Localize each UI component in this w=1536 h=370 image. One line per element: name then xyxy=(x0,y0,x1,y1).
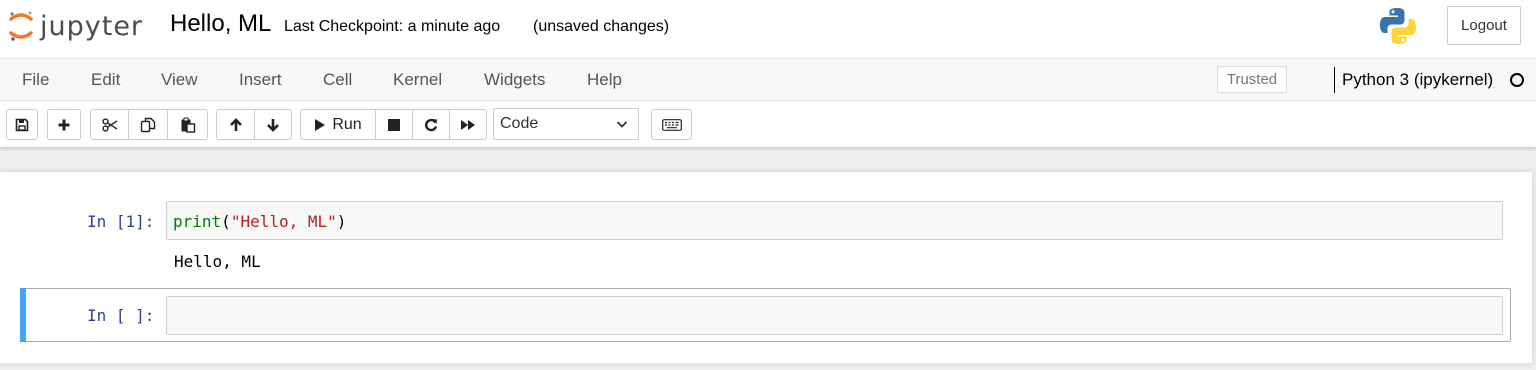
copy-button[interactable] xyxy=(128,109,168,140)
code-line: print("Hello, ML") xyxy=(173,212,346,231)
cell-prompt: In [1]: xyxy=(87,212,155,231)
paste-icon xyxy=(181,117,195,133)
menu-insert[interactable]: Insert xyxy=(239,70,282,90)
logo-text: jupyter xyxy=(40,10,144,42)
arrow-up-icon xyxy=(229,117,242,131)
menubar: File Edit View Insert Cell Kernel Widget… xyxy=(0,58,1536,101)
restart-button[interactable] xyxy=(412,109,450,140)
menu-widgets[interactable]: Widgets xyxy=(484,70,545,90)
save-icon xyxy=(15,118,29,131)
plus-icon xyxy=(58,119,70,130)
cut-icon xyxy=(101,117,117,132)
last-checkpoint: Last Checkpoint: a minute ago xyxy=(284,18,501,35)
python-logo-icon xyxy=(1380,8,1416,44)
selected-cell-indicator xyxy=(20,288,26,342)
fast-forward-icon xyxy=(461,119,475,130)
save-button[interactable] xyxy=(6,109,38,140)
kernel-separator xyxy=(1334,67,1335,93)
cell-prompt: In [ ]: xyxy=(87,306,155,325)
insert-cell-button[interactable] xyxy=(47,109,81,140)
menu-file[interactable]: File xyxy=(22,70,49,90)
interrupt-button[interactable] xyxy=(375,109,413,140)
cell-type-select[interactable]: Code xyxy=(493,108,639,140)
jupyter-logo[interactable]: jupyter xyxy=(8,6,143,46)
run-button[interactable]: Run xyxy=(300,109,376,140)
move-down-button[interactable] xyxy=(254,109,292,140)
unsaved-changes-status: (unsaved changes) xyxy=(533,18,670,35)
code-function: print xyxy=(173,212,222,231)
header: jupyter Hello, ML Last Checkpoint: a min… xyxy=(0,0,1536,58)
code-input-area[interactable] xyxy=(166,296,1503,335)
cell-type-value: Code xyxy=(500,115,539,132)
keyboard-icon xyxy=(661,118,682,131)
menu-cell[interactable]: Cell xyxy=(323,70,352,90)
notebook-name[interactable]: Hello, ML xyxy=(170,10,271,38)
notebook-container: In [1]: print("Hello, ML") Hello, ML In … xyxy=(0,172,1532,363)
menu-help[interactable]: Help xyxy=(587,70,622,90)
menu-edit[interactable]: Edit xyxy=(91,70,120,90)
play-icon xyxy=(315,118,326,131)
cell-output: Hello, ML xyxy=(174,252,261,271)
kernel-name[interactable]: Python 3 (ipykernel) xyxy=(1342,70,1493,90)
stop-icon xyxy=(388,118,400,131)
trusted-indicator[interactable]: Trusted xyxy=(1217,66,1287,93)
cut-button[interactable] xyxy=(90,109,129,140)
toolbar: Run xyxy=(0,101,1536,147)
chevron-down-icon xyxy=(616,121,628,128)
paste-button[interactable] xyxy=(167,109,208,140)
run-label: Run xyxy=(332,115,362,133)
move-up-button[interactable] xyxy=(216,109,255,140)
menu-kernel[interactable]: Kernel xyxy=(393,70,442,90)
code-paren-close: ) xyxy=(336,212,347,231)
command-palette-button[interactable] xyxy=(651,109,692,140)
logout-button[interactable]: Logout xyxy=(1447,6,1521,45)
kernel-idle-indicator xyxy=(1510,73,1524,87)
arrow-down-icon xyxy=(267,118,279,132)
restart-run-all-button[interactable] xyxy=(449,109,487,140)
code-paren-open: ( xyxy=(221,212,231,231)
code-string: "Hello, ML" xyxy=(230,212,337,231)
code-input-area[interactable]: print("Hello, ML") xyxy=(166,201,1503,240)
jupyter-logo-icon xyxy=(9,11,33,41)
menu-view[interactable]: View xyxy=(161,70,198,90)
restart-icon xyxy=(425,118,438,131)
copy-icon xyxy=(140,117,156,132)
